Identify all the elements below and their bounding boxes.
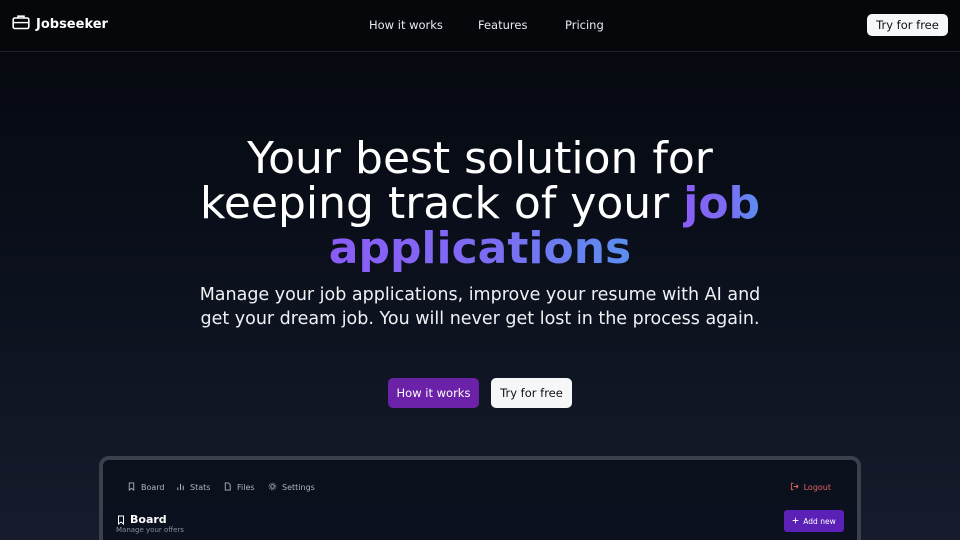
preview-board-title: Board: [130, 513, 167, 526]
plus-icon: [792, 517, 799, 526]
nav-links: How it works Features Pricing: [0, 18, 960, 34]
preview-nav-settings[interactable]: Settings: [268, 482, 315, 493]
preview-nav: Board Stats Files Settings Logout: [103, 460, 857, 502]
preview-nav-files[interactable]: Files: [223, 482, 255, 493]
nav-pricing[interactable]: Pricing: [565, 18, 604, 32]
logout-label: Logout: [803, 483, 831, 492]
preview-nav-label: Stats: [190, 483, 211, 492]
add-new-button[interactable]: Add new: [784, 510, 844, 532]
try-for-free-button[interactable]: Try for free: [867, 14, 948, 36]
preview-nav-label: Board: [141, 483, 165, 492]
preview-nav-board[interactable]: Board: [127, 482, 165, 493]
bookmark-icon: [127, 482, 136, 493]
gear-icon: [268, 482, 277, 493]
hero-title: Your best solution for keeping track of …: [0, 136, 960, 271]
preview-nav-stats[interactable]: Stats: [176, 482, 210, 493]
hero-title-line2: keeping track of your: [199, 178, 670, 229]
app-preview: Board Stats Files Settings Logout Board …: [99, 456, 861, 540]
logout-icon: [790, 482, 799, 493]
hero-try-for-free-button[interactable]: Try for free: [491, 378, 572, 408]
preview-nav-label: Files: [237, 483, 255, 492]
preview-logout[interactable]: Logout: [790, 482, 831, 493]
nav-how-it-works[interactable]: How it works: [369, 18, 443, 32]
top-nav: Jobseeker How it works Features Pricing …: [0, 0, 960, 52]
bar-chart-icon: [176, 482, 185, 493]
preview-board-subtitle: Manage your offers: [116, 526, 184, 534]
hero-subtitle: Manage your job applications, improve yo…: [199, 285, 761, 329]
file-icon: [223, 482, 232, 493]
hero-title-line1: Your best solution for: [247, 133, 713, 184]
hero-title-highlight-job: job: [683, 178, 761, 229]
hero-title-highlight-applications: applications: [328, 223, 632, 274]
add-new-label: Add new: [803, 516, 836, 526]
how-it-works-button[interactable]: How it works: [388, 378, 479, 408]
nav-features[interactable]: Features: [478, 18, 527, 32]
preview-nav-label: Settings: [282, 483, 315, 492]
